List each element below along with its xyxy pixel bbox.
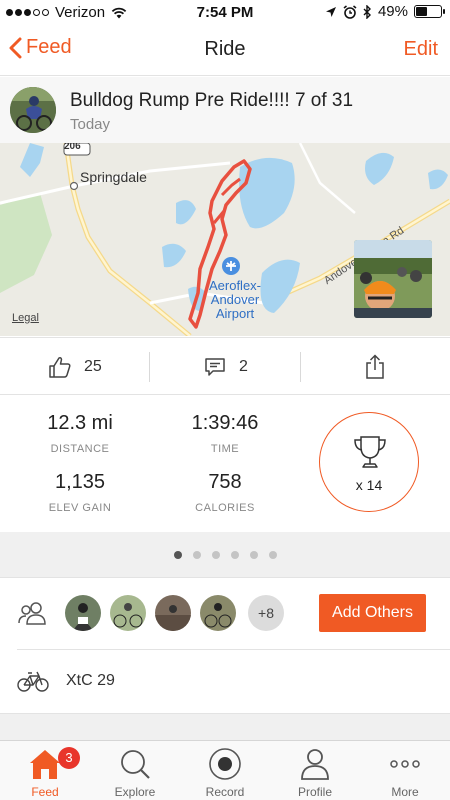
activity-title: Bulldog Rump Pre Ride!!!! 7 of 31 — [70, 90, 354, 111]
kudos-button[interactable]: 25 — [48, 338, 102, 396]
time-value: 1:39:46 — [191, 412, 259, 434]
route-shield-label: 206 — [64, 143, 81, 152]
tab-record[interactable]: Record — [180, 741, 270, 800]
athlete-avatar[interactable] — [65, 595, 101, 631]
stat-distance: 12.3 mi DISTANCE — [20, 412, 140, 455]
tab-label: Explore — [114, 785, 156, 799]
location-arrow-icon — [325, 6, 336, 17]
stat-calories: 758 CALORIES — [165, 471, 285, 514]
notification-badge: 3 — [58, 747, 80, 769]
battery-icon — [414, 5, 445, 18]
tab-bar: 3 Feed Explore Record Profile More — [0, 740, 450, 800]
airport-label-line1: Aeroflex- — [208, 278, 262, 293]
athlete-avatar[interactable] — [110, 595, 146, 631]
share-icon — [366, 354, 384, 379]
comment-icon — [205, 358, 225, 376]
back-label: Feed — [26, 36, 72, 58]
time-label: TIME — [210, 443, 240, 455]
stat-time: 1:39:46 TIME — [165, 412, 285, 455]
actions-row: 25 2 — [0, 337, 450, 395]
profile-icon — [270, 747, 360, 781]
pagination-dots — [0, 532, 450, 577]
bike-icon — [17, 671, 49, 692]
search-icon — [90, 747, 180, 781]
pagination-dot[interactable] — [173, 550, 182, 559]
bluetooth-icon — [363, 4, 371, 19]
add-others-button[interactable]: Add Others — [319, 594, 426, 632]
comment-count: 2 — [239, 358, 248, 375]
comments-button[interactable]: 2 — [203, 338, 248, 396]
town-label: Springdale — [80, 169, 147, 185]
distance-value: 12.3 mi — [47, 412, 113, 434]
section-gap — [0, 713, 450, 740]
gear-name: XtC 29 — [66, 672, 115, 689]
airport-label-line3: Airport — [215, 306, 255, 321]
gear-row[interactable]: XtC 29 — [17, 649, 450, 713]
status-bar: Verizon 7:54 PM 49% — [0, 0, 450, 24]
more-athletes-badge[interactable]: +8 — [248, 595, 284, 631]
elev-gain-value: 1,135 — [54, 471, 106, 493]
achievement-count: x 14 — [355, 477, 383, 493]
kudos-count: 25 — [84, 358, 102, 375]
pagination-dot[interactable] — [249, 550, 258, 559]
activity-photo-thumbnail[interactable] — [354, 240, 432, 318]
edit-button[interactable]: Edit — [404, 38, 438, 61]
share-button[interactable] — [364, 338, 386, 396]
elev-gain-label: ELEV GAIN — [48, 502, 112, 514]
tab-more[interactable]: More — [360, 741, 450, 800]
tab-feed[interactable]: 3 Feed — [0, 741, 90, 800]
alarm-icon — [343, 4, 357, 19]
athlete-avatar[interactable] — [200, 595, 236, 631]
thumbs-up-icon — [49, 356, 71, 378]
nav-bar: Feed Ride Edit — [0, 24, 450, 76]
calories-label: CALORIES — [195, 502, 255, 514]
tab-label: Profile — [297, 785, 332, 799]
record-icon — [180, 747, 270, 781]
status-right: 49% — [325, 3, 445, 20]
activity-date: Today — [70, 116, 111, 133]
athlete-avatar[interactable] — [10, 87, 56, 133]
tab-label: Record — [205, 785, 245, 799]
distance-label: DISTANCE — [50, 443, 110, 455]
trophy-icon — [354, 436, 386, 468]
achievements-button[interactable]: x 14 — [319, 412, 419, 512]
stats-panel: 12.3 mi DISTANCE 1:39:46 TIME 1,135 ELEV… — [0, 396, 450, 532]
group-athletes-row: +8 Add Others — [0, 577, 450, 649]
group-icon — [18, 602, 46, 625]
back-button[interactable]: Feed — [8, 36, 72, 59]
athlete-avatar[interactable] — [155, 595, 191, 631]
route-map[interactable]: 206 Springdale Aeroflex- Andover Airport… — [0, 143, 450, 336]
chevron-left-icon — [9, 37, 22, 58]
legal-link[interactable]: Legal — [12, 312, 39, 324]
airport-label-line2: Andover — [210, 292, 260, 307]
pagination-dot[interactable] — [211, 550, 220, 559]
more-icon — [360, 747, 450, 781]
battery-percent: 49% — [377, 3, 408, 20]
pagination-dot[interactable] — [268, 550, 277, 559]
tab-label: More — [391, 785, 419, 799]
stat-elev-gain: 1,135 ELEV GAIN — [20, 471, 140, 514]
pagination-dot[interactable] — [230, 550, 239, 559]
divider — [149, 352, 150, 382]
tab-profile[interactable]: Profile — [270, 741, 360, 800]
pagination-dot[interactable] — [192, 550, 201, 559]
tab-label: Feed — [31, 785, 59, 799]
airport-label: Aeroflex- Andover Airport — [205, 279, 265, 321]
activity-header[interactable]: Bulldog Rump Pre Ride!!!! 7 of 31 Today — [0, 77, 450, 143]
divider — [300, 352, 301, 382]
tab-explore[interactable]: Explore — [90, 741, 180, 800]
calories-value: 758 — [208, 471, 242, 493]
